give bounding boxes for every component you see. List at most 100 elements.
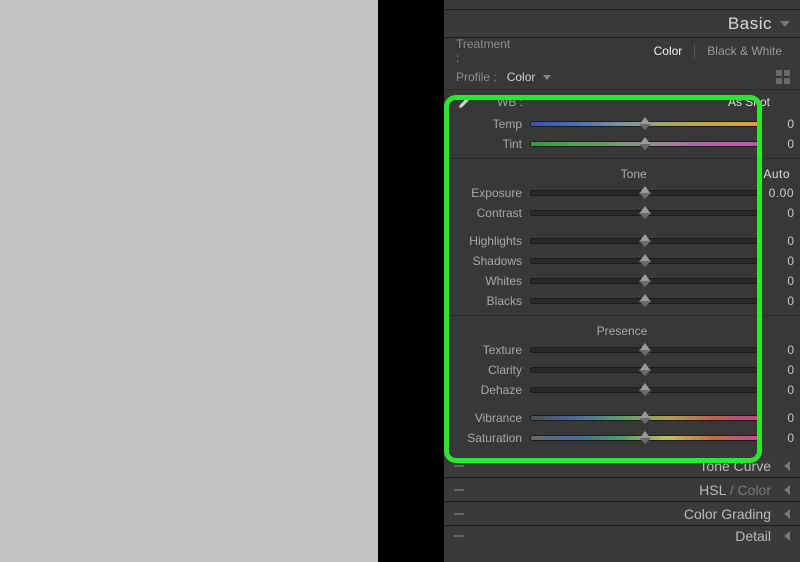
divider xyxy=(444,315,800,316)
chevron-left-icon xyxy=(779,531,790,541)
tint-label: Tint xyxy=(444,137,530,151)
eyedropper-icon[interactable] xyxy=(456,93,474,111)
section-title: HSL / Color xyxy=(699,482,771,498)
texture-value[interactable]: 0 xyxy=(760,343,794,357)
tone-title: Tone xyxy=(504,167,763,181)
tint-slider[interactable] xyxy=(530,141,760,147)
divider xyxy=(694,44,695,58)
profile-row: Profile : Color xyxy=(444,64,800,90)
slider-thumb[interactable] xyxy=(639,411,651,424)
texture-label: Texture xyxy=(444,343,530,357)
contrast-value[interactable]: 0 xyxy=(760,206,794,220)
slider-thumb[interactable] xyxy=(639,383,651,396)
clarity-slider-row: Clarity 0 xyxy=(444,360,800,380)
switch-icon[interactable] xyxy=(454,513,464,515)
section-title: Detail xyxy=(735,528,771,544)
panel-gutter xyxy=(378,0,444,562)
tint-value[interactable]: 0 xyxy=(760,137,794,151)
saturation-slider[interactable] xyxy=(530,435,760,441)
presence-title: Presence xyxy=(444,320,800,340)
chevron-down-icon xyxy=(543,75,551,80)
chevron-left-icon xyxy=(779,509,790,519)
slider-thumb[interactable] xyxy=(639,363,651,376)
slider-thumb[interactable] xyxy=(639,186,651,199)
slider-thumb[interactable] xyxy=(639,206,651,219)
profile-dropdown[interactable]: Color xyxy=(507,70,551,84)
temp-slider[interactable] xyxy=(530,121,760,127)
slider-thumb[interactable] xyxy=(639,343,651,356)
exposure-value[interactable]: 0.00 xyxy=(760,186,794,200)
contrast-label: Contrast xyxy=(444,206,530,220)
profile-value: Color xyxy=(507,70,536,84)
treatment-color-button[interactable]: Color xyxy=(646,42,691,60)
clarity-slider[interactable] xyxy=(530,367,760,373)
dehaze-value[interactable]: 0 xyxy=(760,383,794,397)
profile-label: Profile : xyxy=(456,70,497,84)
vibrance-label: Vibrance xyxy=(444,411,530,425)
switch-icon[interactable] xyxy=(454,535,464,537)
vibrance-slider[interactable] xyxy=(530,415,760,421)
vibrance-value[interactable]: 0 xyxy=(760,411,794,425)
saturation-label: Saturation xyxy=(444,431,530,445)
shadows-slider-row: Shadows 0 xyxy=(444,251,800,271)
highlights-value[interactable]: 0 xyxy=(760,234,794,248)
treatment-label: Treatment : xyxy=(456,37,516,65)
tint-slider-row: Tint 0 xyxy=(444,134,800,154)
section-header-basic[interactable]: Basic xyxy=(444,10,800,38)
whites-slider[interactable] xyxy=(530,278,760,284)
exposure-slider[interactable] xyxy=(530,190,760,196)
treatment-row: Treatment : Color Black & White xyxy=(444,38,800,64)
section-title: Color Grading xyxy=(684,506,771,522)
clarity-value[interactable]: 0 xyxy=(760,363,794,377)
profile-browser-icon[interactable] xyxy=(776,70,790,84)
chevron-left-icon xyxy=(779,485,790,495)
blacks-slider-row: Blacks 0 xyxy=(444,291,800,311)
texture-slider[interactable] xyxy=(530,347,760,353)
highlights-slider[interactable] xyxy=(530,238,760,244)
saturation-slider-row: Saturation 0 xyxy=(444,428,800,448)
slider-thumb[interactable] xyxy=(639,294,651,307)
wb-preset-dropdown[interactable]: As Shot xyxy=(728,95,770,109)
switch-icon[interactable] xyxy=(454,489,464,491)
contrast-slider-row: Contrast 0 xyxy=(444,203,800,223)
texture-slider-row: Texture 0 xyxy=(444,340,800,360)
slider-thumb[interactable] xyxy=(639,137,651,150)
panel-top-edge xyxy=(444,0,800,10)
vibrance-slider-row: Vibrance 0 xyxy=(444,408,800,428)
develop-panel: Basic Treatment : Color Black & White Pr… xyxy=(444,0,800,562)
contrast-slider[interactable] xyxy=(530,210,760,216)
section-header-tone-curve[interactable]: Tone Curve xyxy=(444,454,800,478)
blacks-slider[interactable] xyxy=(530,298,760,304)
wb-label: WB : xyxy=(480,95,540,109)
chevron-down-icon xyxy=(780,21,790,27)
exposure-label: Exposure xyxy=(444,186,530,200)
slider-thumb[interactable] xyxy=(639,274,651,287)
chevron-left-icon xyxy=(779,461,790,471)
treatment-bw-button[interactable]: Black & White xyxy=(699,42,790,60)
section-header-hsl-color[interactable]: HSL / Color xyxy=(444,478,800,502)
dehaze-slider-row: Dehaze 0 xyxy=(444,380,800,400)
slider-thumb[interactable] xyxy=(639,234,651,247)
shadows-slider[interactable] xyxy=(530,258,760,264)
slider-thumb[interactable] xyxy=(639,117,651,130)
blacks-value[interactable]: 0 xyxy=(760,294,794,308)
divider xyxy=(444,158,800,159)
switch-icon[interactable] xyxy=(454,465,464,467)
photo-preview-area xyxy=(0,0,378,562)
temp-value[interactable]: 0 xyxy=(760,117,794,131)
temp-label: Temp xyxy=(444,117,530,131)
clarity-label: Clarity xyxy=(444,363,530,377)
dehaze-label: Dehaze xyxy=(444,383,530,397)
whites-value[interactable]: 0 xyxy=(760,274,794,288)
slider-thumb[interactable] xyxy=(639,254,651,267)
shadows-value[interactable]: 0 xyxy=(760,254,794,268)
dehaze-slider[interactable] xyxy=(530,387,760,393)
section-header-color-grading[interactable]: Color Grading xyxy=(444,502,800,526)
section-header-detail[interactable]: Detail xyxy=(444,526,800,546)
whites-slider-row: Whites 0 xyxy=(444,271,800,291)
slider-thumb[interactable] xyxy=(639,431,651,444)
tone-auto-button[interactable]: Auto xyxy=(763,167,790,181)
temp-slider-row: Temp 0 xyxy=(444,114,800,134)
blacks-label: Blacks xyxy=(444,294,530,308)
saturation-value[interactable]: 0 xyxy=(760,431,794,445)
